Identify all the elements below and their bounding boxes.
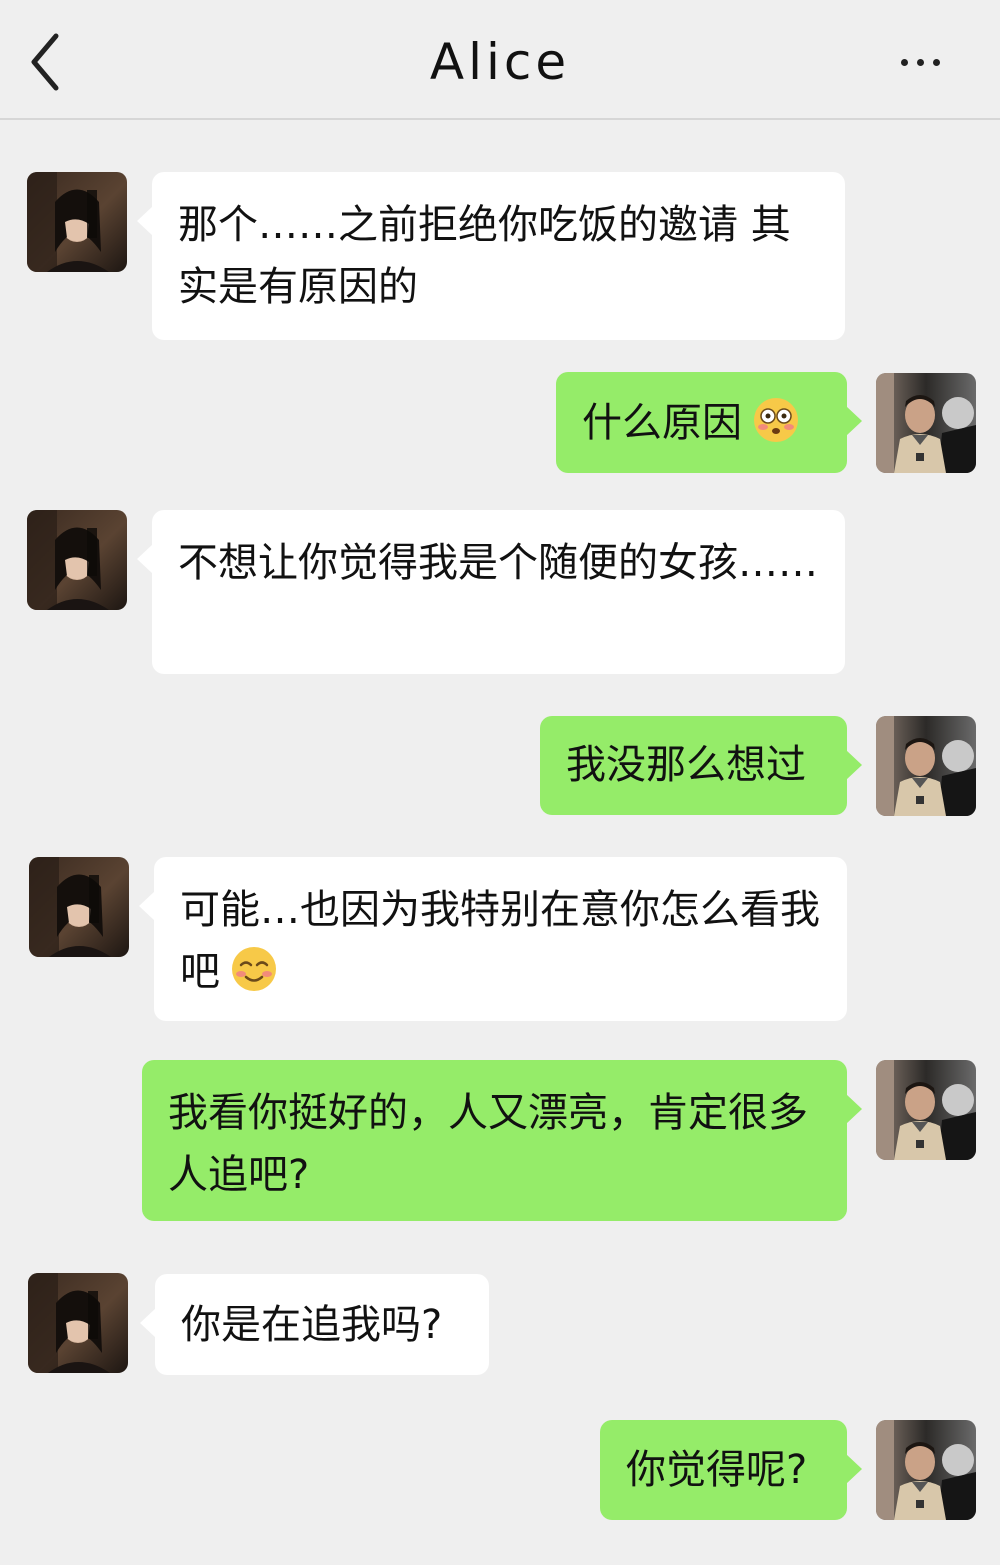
message-text: 那个……之前拒绝你吃饭的邀请 其实是有原因的 [178,202,791,310]
message-text: 什么原因 [582,400,742,446]
message-text: 我没那么想过 [566,742,806,788]
my-avatar[interactable] [876,373,976,473]
smiling-face-icon [232,947,276,991]
contact-avatar[interactable] [28,1273,128,1373]
message-bubble-incoming: 那个……之前拒绝你吃饭的邀请 其实是有原因的 [137,172,845,340]
more-icon [900,58,908,66]
message-text: 你觉得呢? [626,1447,808,1493]
chat-title: Alice [429,33,571,91]
my-avatar[interactable] [876,1060,976,1160]
flushed-face-icon [754,398,798,442]
contact-avatar[interactable] [27,510,127,610]
message-bubble-outgoing: 什么原因 [556,372,862,473]
message-bubble-outgoing: 我没那么想过 [540,716,862,815]
message-text: 不想让你觉得我是个随便的女孩…… [178,540,818,586]
message-text: 我看你挺好的，人又漂亮，肯定很多人追吧? [168,1090,808,1198]
my-avatar[interactable] [876,716,976,816]
message-bubble-incoming: 可能…也因为我特别在意你怎么看我吧 [139,857,847,1021]
contact-avatar[interactable] [27,172,127,272]
my-avatar[interactable] [876,1420,976,1520]
message-bubble-outgoing: 你觉得呢? [600,1420,862,1520]
message-bubble-outgoing: 我看你挺好的，人又漂亮，肯定很多人追吧? [142,1060,862,1221]
more-button[interactable] [880,30,960,94]
message-bubble-incoming: 不想让你觉得我是个随便的女孩…… [137,510,845,674]
message-text: 你是在追我吗? [181,1302,443,1348]
chat-header: Alice [0,0,1000,120]
message-bubble-incoming: 你是在追我吗? [140,1274,489,1375]
contact-avatar[interactable] [29,857,129,957]
